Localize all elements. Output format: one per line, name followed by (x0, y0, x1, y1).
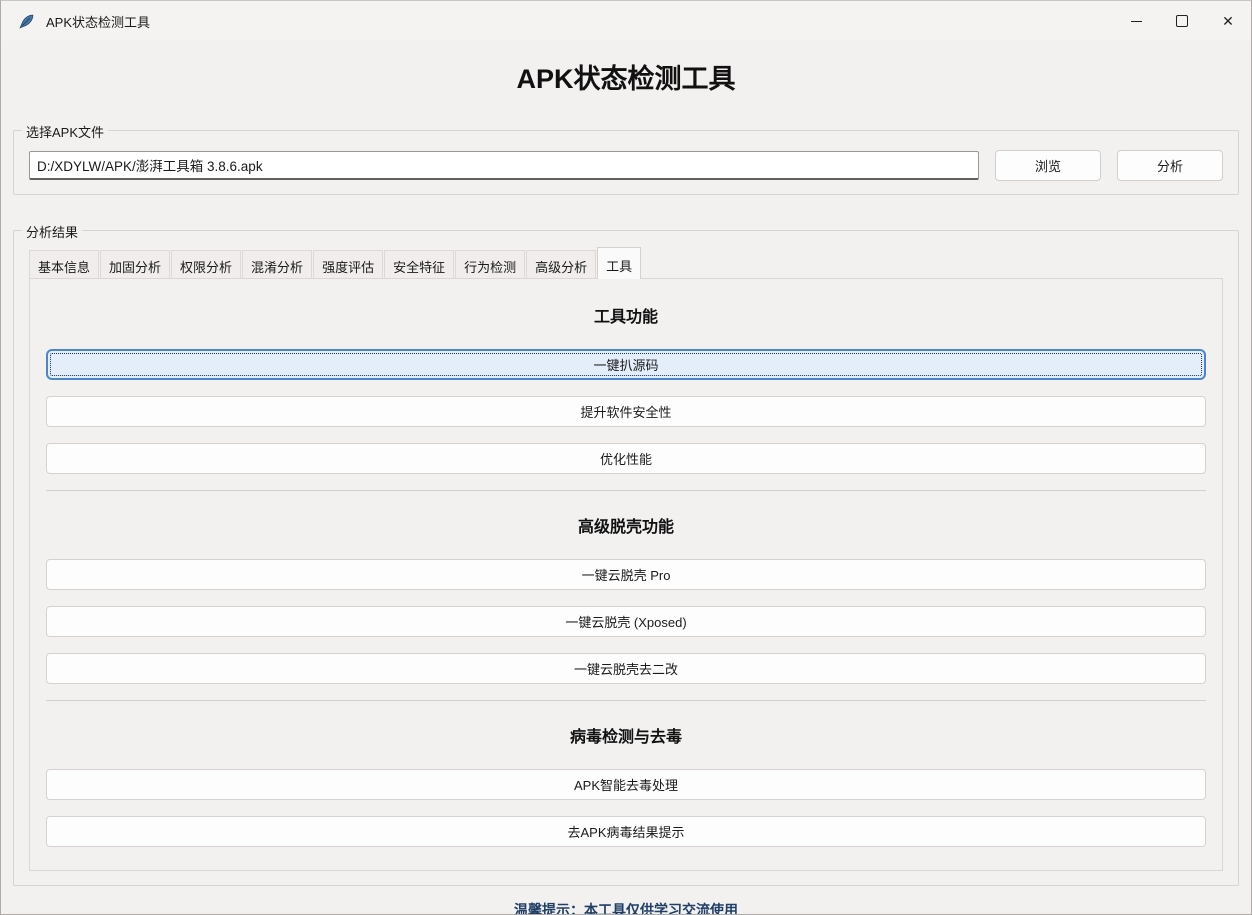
close-icon: ✕ (1222, 14, 1234, 28)
apk-path-input[interactable] (29, 151, 979, 180)
section-heading-tool-functions: 工具功能 (46, 303, 1206, 327)
section-separator (46, 490, 1206, 491)
footer-hint-clipped: 温馨提示：本工具仅供学习交流使用 (1, 902, 1251, 914)
btn-improve-security[interactable]: 提升软件安全性 (46, 396, 1206, 427)
tab-pack-analysis[interactable]: 加固分析 (100, 250, 170, 279)
btn-grab-source[interactable]: 一键扒源码 (46, 349, 1206, 380)
results-label: 分析结果 (22, 222, 82, 241)
tab-behavior-detection[interactable]: 行为检测 (455, 250, 525, 279)
btn-optimize-performance[interactable]: 优化性能 (46, 443, 1206, 474)
feather-icon (18, 13, 35, 30)
btn-remove-virus-prompt[interactable]: 去APK病毒结果提示 (46, 816, 1206, 847)
btn-apk-devirus[interactable]: APK智能去毒处理 (46, 769, 1206, 800)
minimize-icon (1131, 21, 1142, 22)
tab-bar: 基本信息 加固分析 权限分析 混淆分析 强度评估 安全特征 行为检测 高级分析 … (29, 247, 1223, 279)
file-select-label: 选择APK文件 (22, 122, 108, 141)
titlebar: APK状态检测工具 ✕ (1, 1, 1251, 41)
tools-tab-pane: 工具功能 一键扒源码 提升软件安全性 优化性能 高级脱壳功能 一键云脱壳 Pro… (29, 278, 1223, 871)
minimize-button[interactable] (1113, 1, 1159, 41)
results-frame: 分析结果 基本信息 加固分析 权限分析 混淆分析 强度评估 安全特征 行为检测 … (13, 230, 1239, 886)
window-title: APK状态检测工具 (46, 12, 150, 31)
file-row: 浏览 分析 (14, 131, 1238, 194)
analyze-button[interactable]: 分析 (1117, 150, 1223, 181)
browse-button[interactable]: 浏览 (995, 150, 1101, 181)
app-window: APK状态检测工具 ✕ APK状态检测工具 选择APK文件 浏览 分析 分析结果… (0, 0, 1252, 915)
section-heading-advanced-unpack: 高级脱壳功能 (46, 513, 1206, 537)
file-select-frame: 选择APK文件 浏览 分析 (13, 130, 1239, 195)
page-title: APK状态检测工具 (1, 57, 1251, 96)
tab-permission-analysis[interactable]: 权限分析 (171, 250, 241, 279)
section-separator (46, 700, 1206, 701)
btn-cloud-unpack-pro[interactable]: 一键云脱壳 Pro (46, 559, 1206, 590)
tab-strength-eval[interactable]: 强度评估 (313, 250, 383, 279)
tab-security-features[interactable]: 安全特征 (384, 250, 454, 279)
window-controls: ✕ (1113, 1, 1251, 41)
maximize-button[interactable] (1159, 1, 1205, 41)
section-heading-virus-detection: 病毒检测与去毒 (46, 723, 1206, 747)
btn-cloud-unpack-xposed[interactable]: 一键云脱壳 (Xposed) (46, 606, 1206, 637)
close-button[interactable]: ✕ (1205, 1, 1251, 41)
tab-obfuscation-analysis[interactable]: 混淆分析 (242, 250, 312, 279)
tab-tools[interactable]: 工具 (597, 247, 641, 279)
tab-advanced-analysis[interactable]: 高级分析 (526, 250, 596, 279)
maximize-icon (1176, 15, 1188, 27)
btn-cloud-unpack-remove-mod[interactable]: 一键云脱壳去二改 (46, 653, 1206, 684)
tab-basic-info[interactable]: 基本信息 (29, 250, 99, 279)
